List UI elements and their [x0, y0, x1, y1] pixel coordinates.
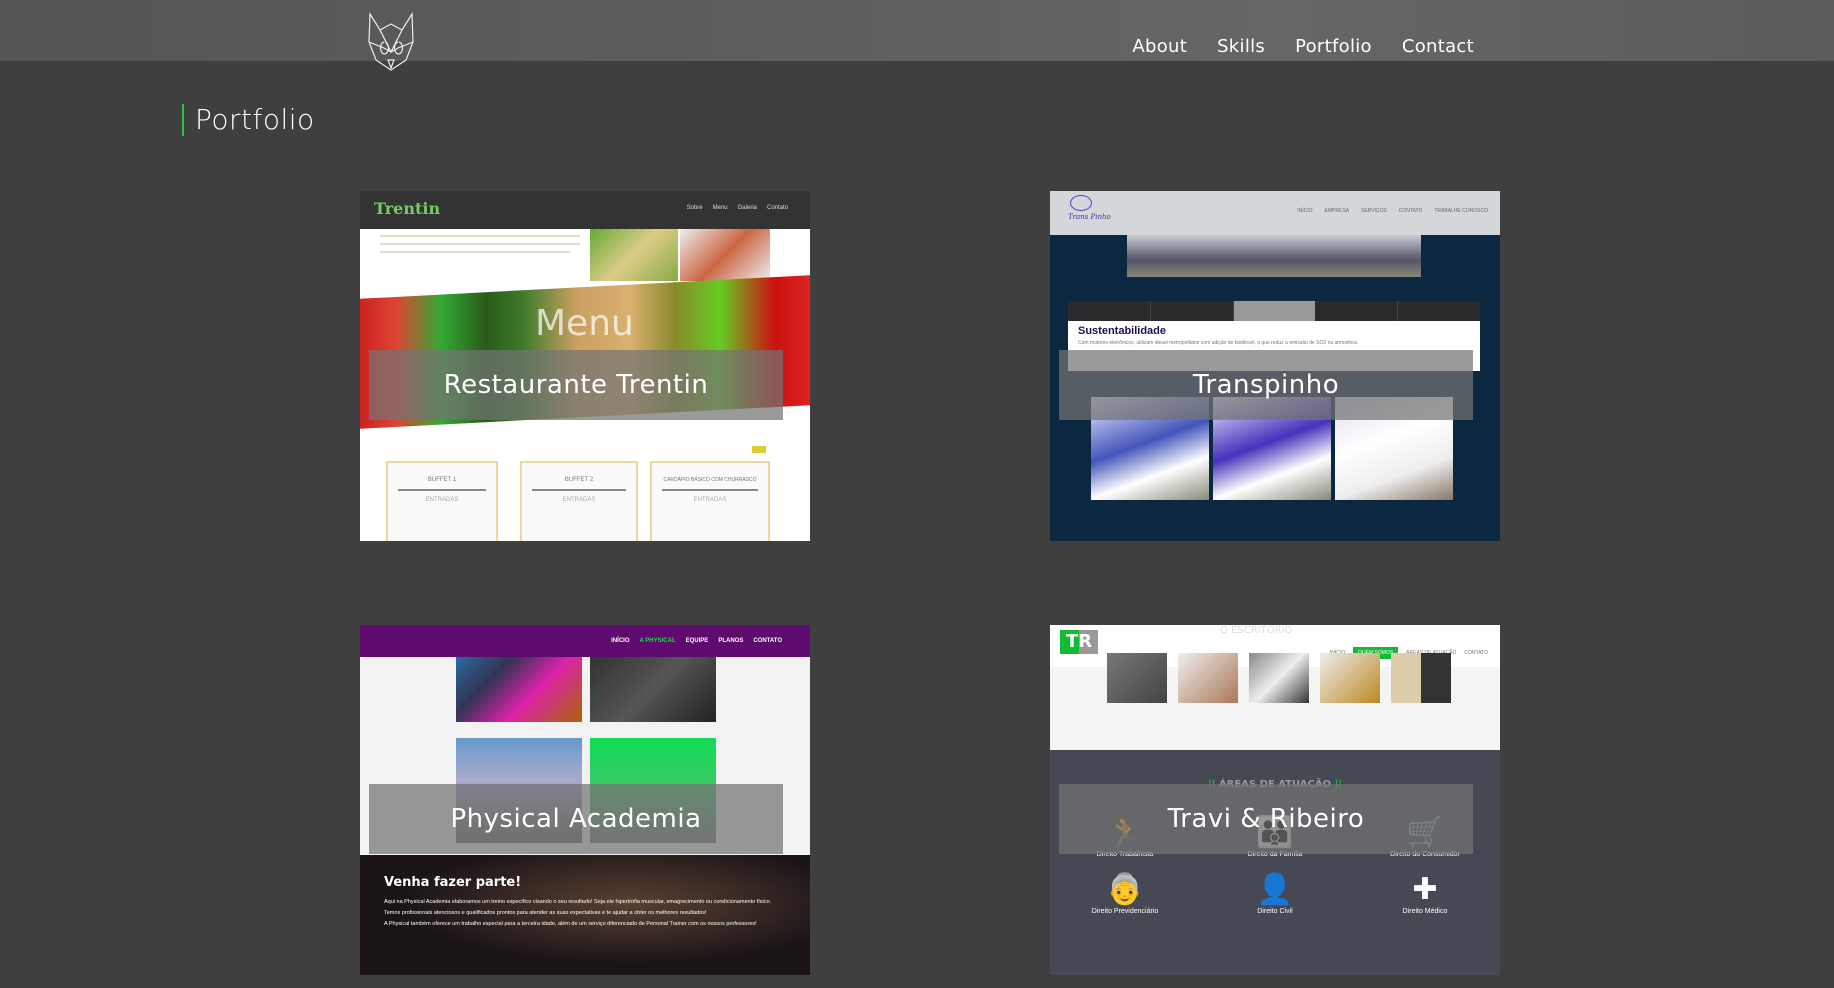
preview-nav-item: CONTATO [753, 638, 782, 644]
preview-nav-item: Galeria [737, 205, 757, 211]
preview-panel-text: Com motores eletrônicos, utilizam diesel… [1078, 340, 1359, 346]
preview-top: O ESCRITÓRIO TR INÍCIO QUEM SOMOS ÁREAS … [1050, 625, 1500, 750]
project-title-overlay: Restaurante Trentin [369, 350, 783, 420]
preview-nav-item: A PHYSICAL [639, 638, 676, 644]
preview-nav-item: SERVIÇOS [1361, 208, 1387, 214]
preview-nav-item: TRABALHE CONOSCO [1434, 208, 1488, 214]
nav-portfolio[interactable]: Portfolio [1295, 36, 1372, 57]
preview-join-section: Venha fazer parte! Aqui na Physical Acad… [360, 855, 810, 975]
preview-nav-item: Sobre [686, 205, 703, 211]
preview-nav-item: INÍCIO [611, 638, 630, 644]
nav-contact[interactable]: Contact [1402, 36, 1474, 57]
project-card-trentin[interactable]: Trentin Sobre Menu Galeria Contato Menu … [360, 191, 810, 541]
nav-skills[interactable]: Skills [1217, 36, 1265, 57]
food-photo [590, 229, 678, 281]
project-card-transpinho[interactable]: Trans Pinho INÍCIO EMPRESA SERVIÇOS CONT… [1050, 191, 1500, 541]
food-photo [680, 229, 770, 281]
menu-card: CARDÁPIO BÁSICO COM CHURRASCO ENTRADAS [650, 461, 770, 541]
preview-header: Trentin Sobre Menu Galeria Contato [360, 191, 810, 229]
menu-card: BUFFET 2 ENTRADAS [520, 461, 638, 541]
wolf-logo-icon[interactable] [366, 12, 416, 72]
preview-panel-heading: Sustentabilidade [1078, 325, 1167, 337]
preview-nav-item: EQUIPE [685, 638, 709, 644]
preview-logo: Trentin [374, 199, 441, 218]
page-title: Portfolio [182, 104, 315, 136]
project-title-overlay: Travi & Ribeiro [1059, 784, 1473, 854]
preview-logo: Trans Pinho [1068, 213, 1111, 221]
site-header: About Skills Portfolio Contact [0, 0, 1834, 71]
preview-nav-item: Menu [712, 205, 728, 211]
menu-card: BUFFET 1 ENTRADAS [386, 461, 498, 541]
main-nav: About Skills Portfolio Contact [1132, 36, 1474, 57]
preview-header: INÍCIO A PHYSICAL EQUIPE PLANOS CONTATO [360, 625, 810, 657]
project-card-travi-ribeiro[interactable]: O ESCRITÓRIO TR INÍCIO QUEM SOMOS ÁREAS … [1050, 625, 1500, 975]
preview-nav-item: INÍCIO [1297, 208, 1313, 214]
preview-header: Trans Pinho INÍCIO EMPRESA SERVIÇOS CONT… [1050, 191, 1500, 235]
preview-logo: TR [1060, 630, 1098, 654]
preview-nav-item: CONTATO [1398, 208, 1423, 214]
preview-hero-text: Menu [535, 303, 634, 344]
project-card-physical[interactable]: INÍCIO A PHYSICAL EQUIPE PLANOS CONTATO … [360, 625, 810, 975]
preview-tabs [1068, 301, 1480, 321]
project-title-overlay: Physical Academia [369, 784, 783, 854]
gym-photo [590, 657, 716, 722]
preview-nav-item: CONTATO [1464, 650, 1488, 656]
preview-nav-item: Contato [766, 205, 788, 211]
preview-nav-item: EMPRESA [1324, 208, 1349, 214]
gym-photo [456, 657, 582, 722]
preview-nav-item: PLANOS [718, 638, 744, 644]
fleet-photo [1127, 235, 1421, 277]
nav-about[interactable]: About [1132, 36, 1187, 57]
project-title-overlay: Transpinho [1059, 350, 1473, 420]
